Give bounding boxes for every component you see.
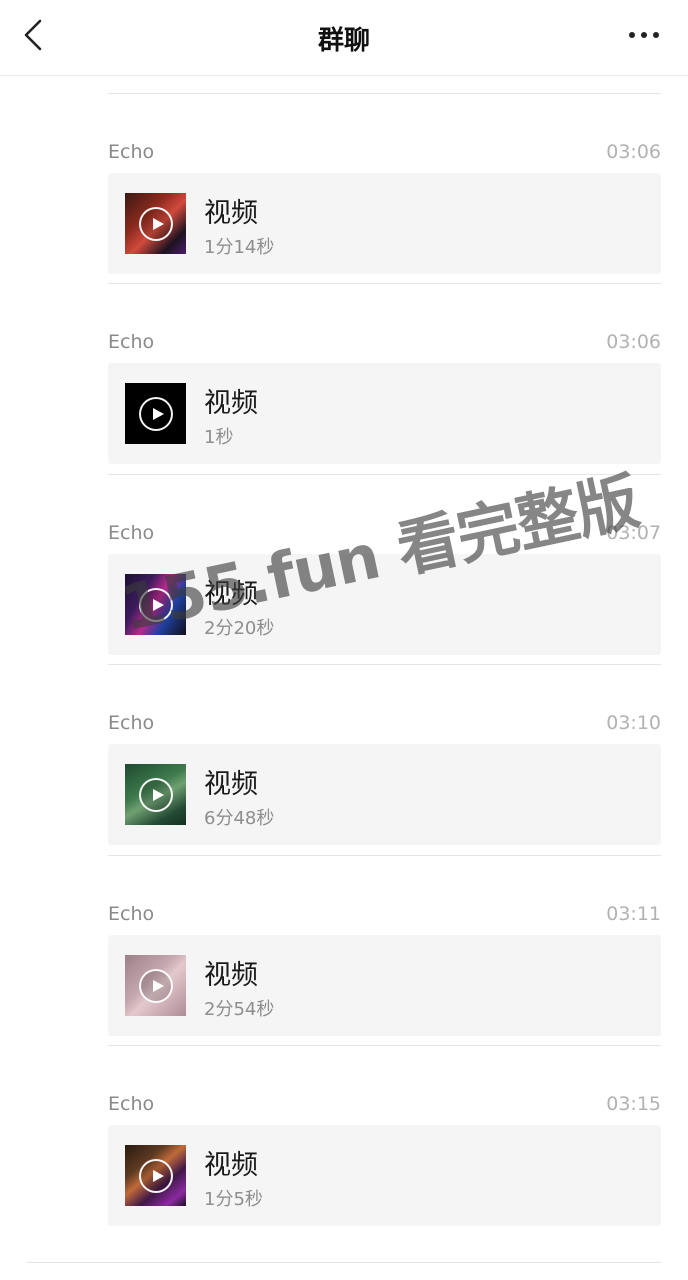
video-duration: 1秒 xyxy=(204,427,234,448)
video-title: 视频 xyxy=(204,388,258,419)
video-duration: 6分48秒 xyxy=(204,808,275,829)
message-item: Echo 03:11 视频 2分54秒 xyxy=(0,855,688,1045)
divider xyxy=(108,1045,661,1046)
video-duration: 2分54秒 xyxy=(204,999,275,1020)
message-time: 03:15 xyxy=(606,1093,661,1115)
video-card[interactable]: 视频 1秒 xyxy=(108,363,661,464)
message-item: Echo 03:06 视频 1秒 xyxy=(0,283,688,473)
message-list[interactable]: Echo 03:06 视频 1分14秒 Echo 03:06 视频 1秒 Ech… xyxy=(0,76,688,1280)
more-button[interactable] xyxy=(624,22,668,48)
sender-name: Echo xyxy=(108,141,155,163)
more-dots-icon xyxy=(629,32,659,38)
list-end-divider xyxy=(27,1262,661,1263)
video-card[interactable]: 视频 1分14秒 xyxy=(108,173,661,274)
video-title: 视频 xyxy=(204,769,258,800)
play-icon xyxy=(138,587,173,622)
sender-name: Echo xyxy=(108,522,155,544)
message-item: Echo 03:06 视频 1分14秒 xyxy=(0,93,688,283)
chat-history-page: 群聊 Echo 03:06 视频 1分14秒 Echo 03:06 视频 1秒 … xyxy=(0,0,688,1280)
play-icon xyxy=(138,1158,173,1193)
video-card[interactable]: 视频 1分5秒 xyxy=(108,1125,661,1226)
message-time: 03:06 xyxy=(606,331,661,353)
message-time: 03:06 xyxy=(606,141,661,163)
video-thumbnail xyxy=(125,764,186,825)
video-title: 视频 xyxy=(204,579,258,610)
divider xyxy=(108,93,661,94)
video-card[interactable]: 视频 2分54秒 xyxy=(108,935,661,1036)
video-card[interactable]: 视频 6分48秒 xyxy=(108,744,661,845)
video-title: 视频 xyxy=(204,960,258,991)
play-icon xyxy=(138,396,173,431)
divider xyxy=(108,664,661,665)
video-thumbnail xyxy=(125,1145,186,1206)
play-icon xyxy=(138,968,173,1003)
video-title: 视频 xyxy=(204,1150,258,1181)
video-thumbnail xyxy=(125,383,186,444)
play-icon xyxy=(138,777,173,812)
video-thumbnail xyxy=(125,193,186,254)
message-item: Echo 03:10 视频 6分48秒 xyxy=(0,664,688,854)
video-duration: 1分5秒 xyxy=(204,1189,263,1210)
video-card[interactable]: 视频 2分20秒 xyxy=(108,554,661,655)
divider xyxy=(108,855,661,856)
divider xyxy=(108,474,661,475)
video-thumbnail xyxy=(125,955,186,1016)
video-thumbnail xyxy=(125,574,186,635)
divider xyxy=(108,283,661,284)
sender-name: Echo xyxy=(108,331,155,353)
message-time: 03:10 xyxy=(606,712,661,734)
video-duration: 2分20秒 xyxy=(204,618,275,639)
sender-name: Echo xyxy=(108,712,155,734)
page-title: 群聊 xyxy=(317,26,370,56)
sender-name: Echo xyxy=(108,1093,155,1115)
sender-name: Echo xyxy=(108,903,155,925)
message-item: Echo 03:07 视频 2分20秒 xyxy=(0,474,688,664)
header-bar: 群聊 xyxy=(0,0,688,76)
message-time: 03:07 xyxy=(606,522,661,544)
video-duration: 1分14秒 xyxy=(204,237,275,258)
message-item: Echo 03:15 视频 1分5秒 xyxy=(0,1045,688,1235)
video-title: 视频 xyxy=(204,198,258,229)
message-time: 03:11 xyxy=(606,903,661,925)
play-icon xyxy=(138,206,173,241)
